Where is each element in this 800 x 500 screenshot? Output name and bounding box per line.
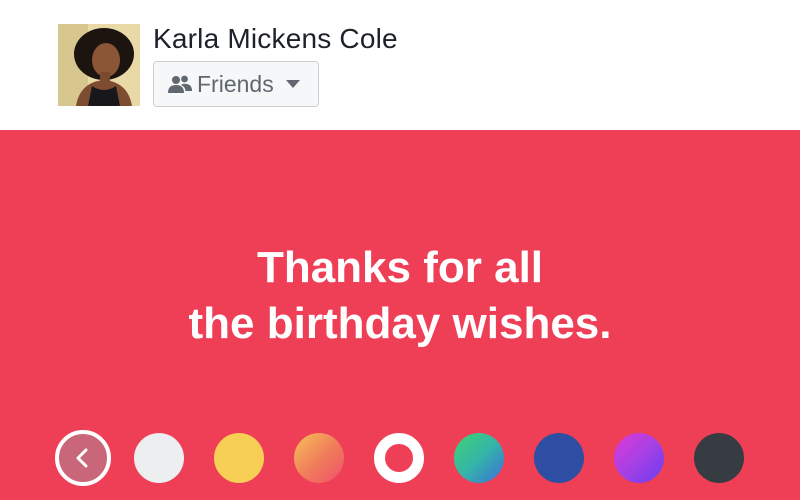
audience-selector-button[interactable]: Friends — [153, 61, 319, 107]
user-name[interactable]: Karla Mickens Cole — [153, 23, 398, 55]
swatch-orange-gradient[interactable] — [294, 433, 344, 483]
post-text[interactable]: Thanks for all the birthday wishes. — [0, 240, 800, 352]
swatch-selected-red[interactable] — [374, 433, 424, 483]
post-header: Karla Mickens Cole Friends — [0, 0, 800, 130]
swatch-green-blue-gradient[interactable] — [454, 433, 504, 483]
friends-icon — [168, 75, 192, 93]
caret-down-icon — [285, 80, 300, 88]
composer-screen: Karla Mickens Cole Friends Thanks for al… — [0, 0, 800, 500]
swatch-blue[interactable] — [534, 433, 584, 483]
avatar[interactable] — [58, 24, 140, 106]
chevron-left-icon — [76, 448, 88, 468]
avatar-photo — [58, 24, 140, 106]
background-color-palette — [0, 430, 800, 486]
audience-label: Friends — [197, 70, 274, 97]
swatch-purple-gradient[interactable] — [614, 433, 664, 483]
palette-back-button[interactable] — [55, 430, 111, 486]
swatch-yellow[interactable] — [214, 433, 264, 483]
post-background[interactable]: Thanks for all the birthday wishes. — [0, 130, 800, 500]
swatch-dark-gray[interactable] — [694, 433, 744, 483]
swatch-white[interactable] — [134, 433, 184, 483]
